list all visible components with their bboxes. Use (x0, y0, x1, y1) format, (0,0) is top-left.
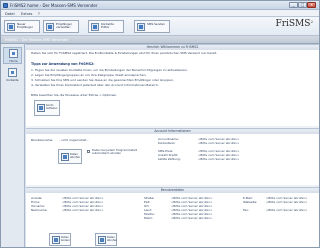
welcome-intro: Haben Sie sich für FriSMS2 registriert. … (31, 51, 218, 55)
fetch-userdata-label: Daten abrufen (107, 236, 118, 242)
account-row-label: Kontostand: (158, 141, 176, 145)
brand-logo: FriSMS2 (275, 19, 313, 29)
tip-step: 3. Schreiben Sie Ihre SMS und senden Sie… (31, 78, 174, 82)
tip-step: 4. Verwalten Sie Ihren Kontostand jederz… (31, 83, 159, 87)
account-row-label: Letzte Zahlung: (158, 157, 181, 161)
menu-bar: Datei Extras ? (1, 10, 319, 17)
sidebar-item-home[interactable]: Home (3, 47, 22, 64)
app-icon (3, 3, 8, 8)
autofetch-checkbox[interactable] (87, 150, 90, 153)
maximize-button[interactable]: □ (298, 2, 307, 8)
manage-recipients-label: Empfänger verwalten (56, 22, 72, 30)
userdata-label: Webseite: (243, 200, 258, 204)
send-sms-label: SMS Senden (147, 22, 165, 26)
download-icon (98, 236, 106, 244)
menu-help[interactable]: ? (38, 12, 40, 16)
recharge-label: Konto aufladen (46, 104, 58, 110)
contacts-icon (8, 68, 17, 77)
download-icon (61, 153, 69, 161)
account-row-value: <Bitte vom Server abrufen> (198, 141, 240, 145)
toolbar: Neuer Empfänger Empfänger verwalten Kont… (1, 17, 319, 36)
manage-recipients-icon (46, 23, 54, 31)
new-recipient-label: Neuer Empfänger (17, 22, 33, 30)
userdata-value: <Bitte vom Server abrufen> (62, 208, 104, 212)
userdata-label: Mobil: (144, 216, 153, 220)
tip-step: 1. Fügen Sie die neusten Kontakte hinzu,… (31, 68, 188, 72)
username-label: Benutzername: (31, 138, 54, 142)
new-recipient-button[interactable]: Neuer Empfänger (4, 20, 40, 33)
account-section: Account Informationen Benutzername: - ni… (26, 128, 319, 185)
contacts-editor-icon (91, 23, 99, 31)
edit-userdata-button[interactable]: Daten ändern (49, 233, 71, 246)
account-header: Account Informationen (26, 129, 319, 134)
welcome-section: Herzlich Willkommen zu FriSMS2 Haben Sie… (26, 44, 319, 126)
manage-recipients-button[interactable]: Empfänger verwalten (43, 20, 79, 33)
app-window: FriSMS2 home - Der Massen-SMS Versender … (0, 0, 320, 248)
account-row-value: <Bitte vom Server abrufen> (198, 157, 240, 161)
userdata-value: <Bitte vom Server abrufen> (266, 208, 308, 212)
autofetch-label: Daten bei jedem Programmstart automatisc… (92, 148, 138, 156)
userdata-label: Fax: (243, 208, 249, 212)
send-sms-button[interactable]: SMS Senden (134, 20, 170, 33)
userdata-label: Nachname: (31, 208, 48, 212)
window-title: FriSMS2 home - Der Massen-SMS Versender (10, 3, 98, 8)
userdata-header: Benutzerdaten (26, 188, 319, 193)
home-icon (9, 49, 18, 58)
tips-title: Tipps zur Anwendung von FriSMS2: (31, 62, 95, 66)
menu-datei[interactable]: Datei (5, 12, 15, 16)
sidebar-item-label: Kontakte (6, 78, 19, 82)
edit-userdata-label: Daten ändern (61, 236, 71, 242)
minimize-button[interactable]: _ (289, 2, 298, 8)
fetch-account-button[interactable]: Daten abrufen (58, 149, 82, 164)
wallet-icon (37, 104, 45, 112)
new-recipient-icon (7, 23, 15, 31)
title-bar: FriSMS2 home - Der Massen-SMS Versender … (1, 1, 319, 10)
sidebar: Home Kontakte (1, 44, 25, 247)
edit-icon (52, 236, 60, 244)
brand-name: FriSMS (275, 19, 311, 29)
close-button[interactable]: x (307, 2, 316, 8)
brand-sup: 2 (310, 19, 313, 24)
fetch-userdata-button[interactable]: Daten abrufen (95, 233, 117, 246)
tip-step: 2. Legen Sie Empfängergruppen an um Ihre… (31, 73, 147, 77)
userdata-section: Benutzerdaten Anrede: <Bitte vom Server … (26, 187, 319, 247)
username-value: - nicht angemeldet - (59, 138, 89, 142)
path-bar: FriSMS2 - Der Massen-SMS Versender (1, 36, 319, 44)
sidebar-item-label: Home (9, 59, 18, 63)
fetch-account-label: Daten abrufen (70, 153, 81, 159)
welcome-note: Bitte beachten Sie die Hinweise unter Ex… (31, 93, 118, 97)
send-sms-icon (137, 23, 145, 31)
menu-extras[interactable]: Extras (21, 12, 32, 16)
contacts-editor-label: Kontakte Editor (101, 22, 114, 30)
path-text: FriSMS2 - Der Massen-SMS Versender (5, 38, 69, 42)
contacts-editor-button[interactable]: Kontakte Editor (88, 20, 124, 33)
recharge-button[interactable]: Konto aufladen (34, 100, 60, 116)
welcome-header: Herzlich Willkommen zu FriSMS2 (26, 45, 319, 50)
userdata-value: <Bitte vom Server abrufen> (171, 216, 213, 220)
main-content: Herzlich Willkommen zu FriSMS2 Haben Sie… (26, 44, 319, 247)
userdata-value: <Bitte vom Server abrufen> (266, 200, 308, 204)
sidebar-item-contacts[interactable]: Kontakte (3, 67, 22, 84)
